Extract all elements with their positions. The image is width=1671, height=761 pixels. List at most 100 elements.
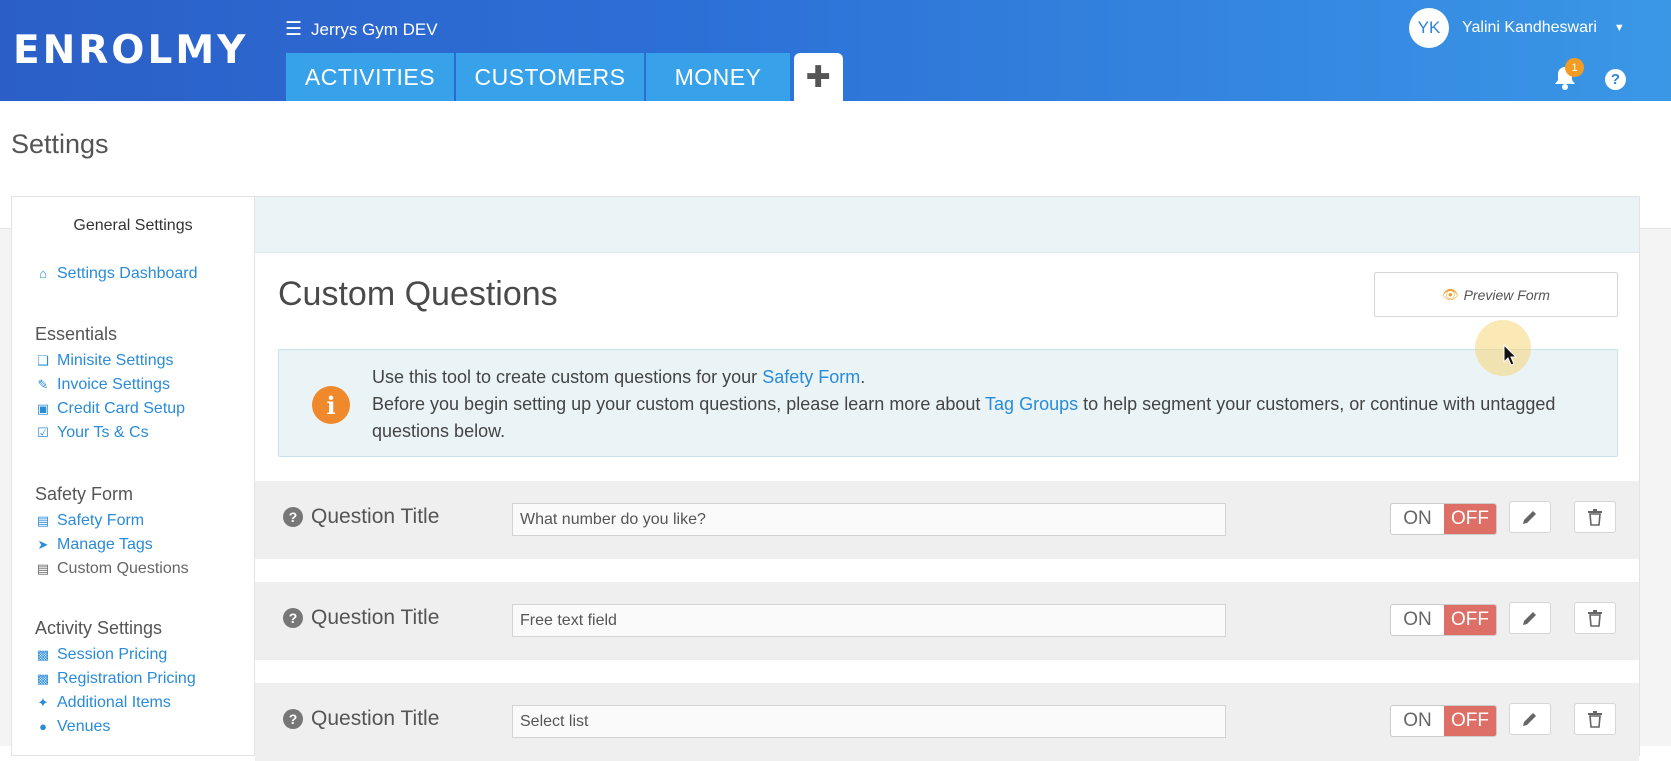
toggle-off[interactable]: OFF: [1444, 605, 1496, 635]
question-title-input[interactable]: [512, 705, 1226, 738]
toggle-off[interactable]: OFF: [1444, 504, 1496, 534]
question-label: ? Question Title: [283, 505, 439, 529]
preview-form-label: Preview Form: [1463, 286, 1550, 303]
sidebar-item-label: Additional Items: [57, 694, 171, 711]
check-square-icon: ☑: [37, 425, 49, 440]
question-row: ? Question Title ON OFF: [255, 683, 1639, 761]
tab-activities[interactable]: ACTIVITIES: [286, 53, 454, 101]
info-line1-suffix: .: [860, 367, 866, 387]
pencil-icon: [1523, 713, 1536, 726]
sidebar-section-activity-settings: Activity Settings: [35, 618, 163, 638]
question-title-label: Question Title: [311, 505, 440, 528]
question-title-input[interactable]: [512, 604, 1226, 637]
toggle-off[interactable]: OFF: [1444, 706, 1496, 736]
sidebar-item-ts-and-cs[interactable]: ☑ Your Ts & Cs: [36, 424, 149, 442]
sidebar-section-essentials: Essentials: [35, 324, 118, 344]
sidebar-item-label: Credit Card Setup: [57, 400, 186, 417]
trash-icon: [1588, 509, 1602, 526]
sidebar-item-label: Your Ts & Cs: [57, 424, 149, 441]
home-icon: ⌂: [39, 266, 47, 281]
enrolmy-logo[interactable]: ENROLMY: [13, 28, 248, 73]
question-toggle[interactable]: ON OFF: [1390, 604, 1497, 636]
delete-question-button[interactable]: [1574, 501, 1616, 533]
org-switcher[interactable]: ☰ Jerrys Gym DEV: [285, 18, 438, 41]
question-label: ? Question Title: [283, 606, 439, 630]
question-toggle[interactable]: ON OFF: [1390, 705, 1497, 737]
sidebar-item-label: Manage Tags: [57, 536, 153, 553]
sidebar-item-settings-dashboard[interactable]: ⌂ Settings Dashboard: [36, 265, 198, 283]
cube-icon: ❑: [37, 353, 49, 368]
sidebar-item-manage-tags[interactable]: ➤ Manage Tags: [36, 536, 153, 554]
chevron-down-icon[interactable]: ▼: [1614, 22, 1625, 34]
money-icon: ▣: [36, 401, 50, 416]
delete-question-button[interactable]: [1574, 602, 1616, 634]
pencil-icon: ✎: [37, 377, 49, 392]
trash-icon: [1588, 711, 1602, 728]
sidebar-item-session-pricing[interactable]: ▩ Session Pricing: [36, 646, 167, 664]
toggle-on[interactable]: ON: [1391, 706, 1444, 736]
sidebar-item-label: Invoice Settings: [57, 376, 170, 393]
pencil-icon: [1523, 612, 1536, 625]
section-title: Custom Questions: [278, 275, 558, 313]
add-tab-button[interactable]: ✚: [794, 53, 843, 101]
sidebar-item-label: Custom Questions: [57, 560, 189, 577]
custom-questions-panel: Custom Questions 👁 Preview Form i Use th…: [255, 196, 1640, 761]
main-tabs: ACTIVITIES CUSTOMERS MONEY ✚: [286, 53, 845, 101]
map-marker-icon: ●: [39, 719, 47, 734]
question-toggle[interactable]: ON OFF: [1390, 503, 1497, 535]
file-icon: ▤: [36, 513, 50, 528]
sidebar-item-registration-pricing[interactable]: ▩ Registration Pricing: [36, 670, 196, 688]
menu-icon[interactable]: ☰: [285, 18, 302, 41]
safety-form-link[interactable]: Safety Form: [762, 367, 860, 387]
sidebar-heading: General Settings: [73, 217, 193, 234]
edit-question-button[interactable]: [1509, 703, 1551, 735]
sidebar-section-safety-form: Safety Form: [35, 484, 134, 504]
briefcase-icon: ▩: [36, 671, 50, 686]
sidebar-item-label: Venues: [57, 718, 111, 735]
sidebar-item-label: Minisite Settings: [57, 352, 174, 369]
sidebar-item-minisite-settings[interactable]: ❑ Minisite Settings: [36, 352, 174, 370]
sidebar-item-invoice-settings[interactable]: ✎ Invoice Settings: [36, 376, 170, 394]
sidebar-item-label: Session Pricing: [57, 646, 168, 663]
delete-question-button[interactable]: [1574, 703, 1616, 735]
question-title-label: Question Title: [311, 606, 440, 629]
question-row: ? Question Title ON OFF: [255, 481, 1639, 559]
sidebar-item-label: Settings Dashboard: [57, 265, 198, 282]
info-text: Use this tool to create custom questions…: [372, 364, 1602, 445]
sidebar-item-safety-form[interactable]: ▤ Safety Form: [36, 512, 144, 530]
panel-header-band: [255, 197, 1639, 253]
settings-sidebar: General Settings ⌂ Settings Dashboard Es…: [11, 196, 255, 756]
preview-form-button[interactable]: 👁 Preview Form: [1374, 272, 1618, 317]
puzzle-icon: ✦: [37, 695, 49, 710]
file-icon: ▤: [36, 561, 50, 576]
mouse-pointer-icon: [1503, 344, 1517, 366]
trash-icon: [1588, 610, 1602, 627]
info-icon: i: [312, 386, 350, 424]
tab-customers[interactable]: CUSTOMERS: [456, 53, 644, 101]
sidebar-item-custom-questions[interactable]: ▤ Custom Questions: [36, 560, 189, 578]
sidebar-item-venues[interactable]: ● Venues: [36, 718, 110, 736]
tags-icon: ➤: [37, 537, 49, 552]
toggle-on[interactable]: ON: [1391, 605, 1444, 635]
eye-icon: 👁: [1442, 286, 1459, 302]
sidebar-item-credit-card-setup[interactable]: ▣ Credit Card Setup: [36, 400, 185, 418]
page-title: Settings: [11, 129, 109, 159]
sidebar-item-additional-items[interactable]: ✦ Additional Items: [36, 694, 171, 712]
avatar[interactable]: YK: [1409, 8, 1449, 48]
edit-question-button[interactable]: [1509, 602, 1551, 634]
question-label: ? Question Title: [283, 707, 439, 731]
help-icon[interactable]: ?: [1605, 69, 1626, 90]
tab-money[interactable]: MONEY: [646, 53, 790, 101]
info-line2-text: Before you begin setting up your custom …: [372, 394, 986, 414]
tag-groups-link[interactable]: Tag Groups: [985, 394, 1078, 414]
briefcase-icon: ▩: [36, 647, 50, 662]
user-menu[interactable]: YK Yalini Kandheswari ▼: [1409, 8, 1625, 48]
sidebar-item-label: Safety Form: [57, 512, 145, 529]
edit-question-button[interactable]: [1509, 501, 1551, 533]
user-name[interactable]: Yalini Kandheswari: [1462, 19, 1597, 37]
cursor-highlight: [1475, 320, 1531, 376]
question-title-input[interactable]: [512, 503, 1226, 536]
question-title-label: Question Title: [311, 707, 440, 730]
question-row: ? Question Title ON OFF: [255, 582, 1639, 660]
toggle-on[interactable]: ON: [1391, 504, 1444, 534]
